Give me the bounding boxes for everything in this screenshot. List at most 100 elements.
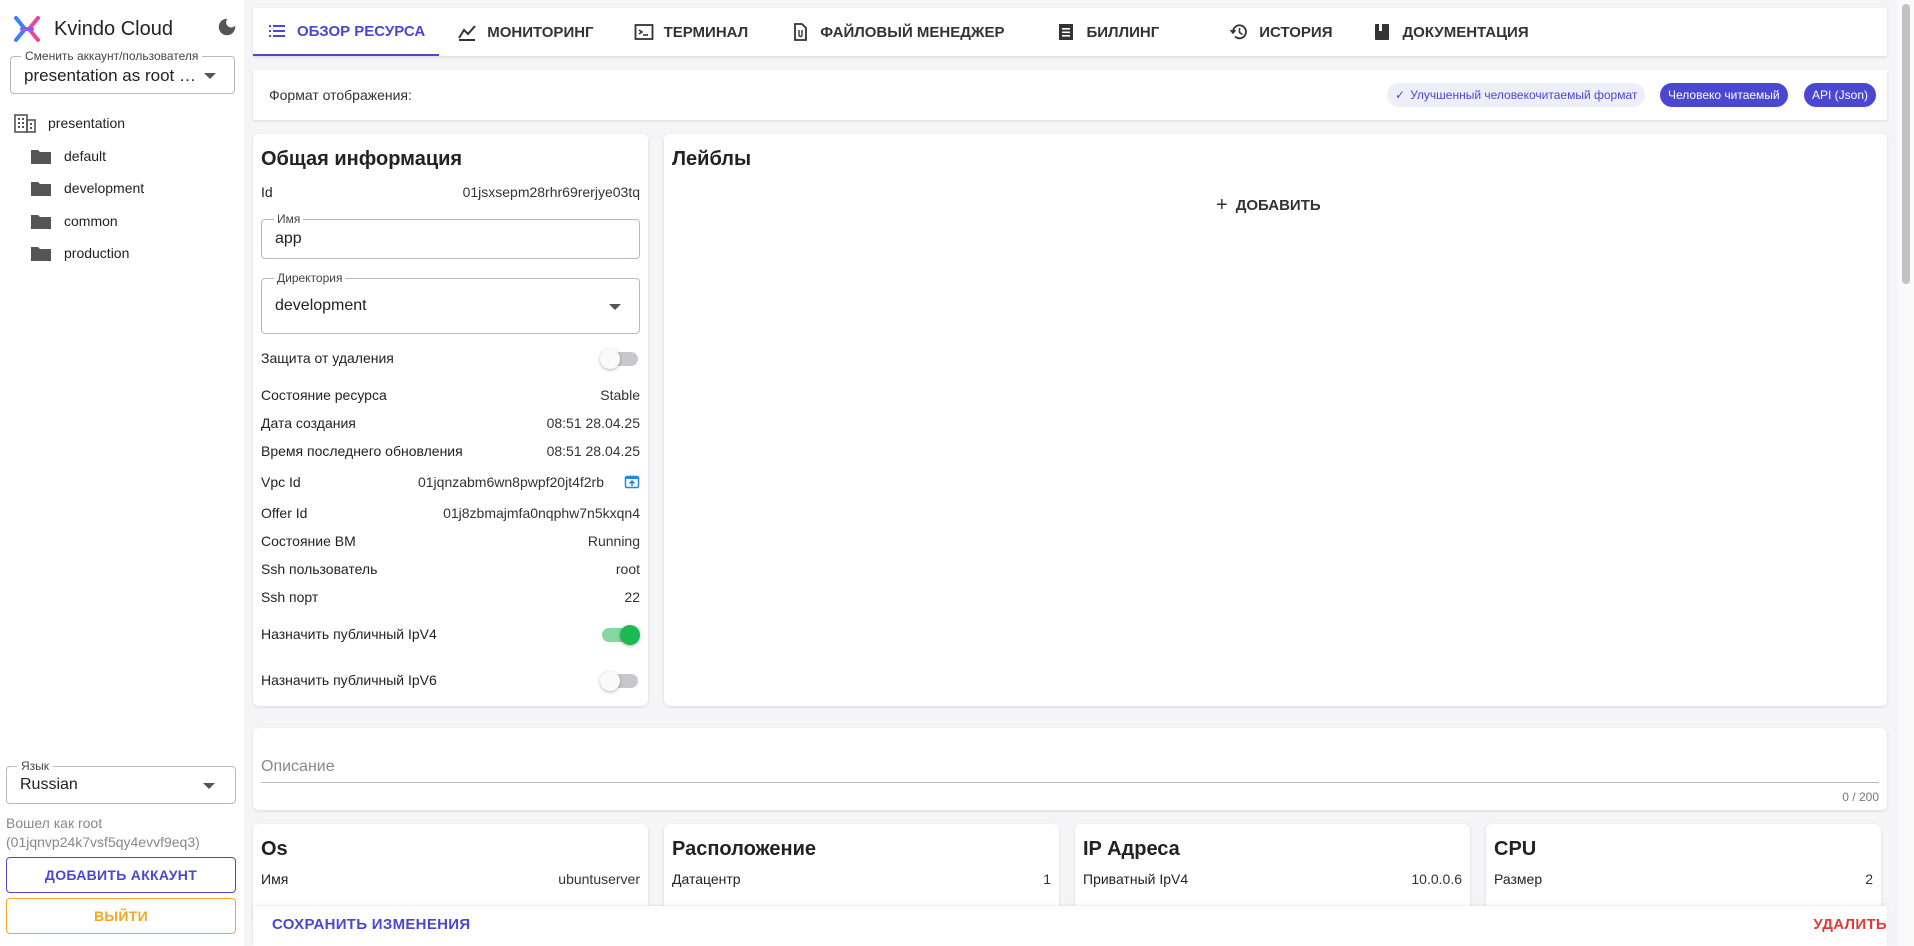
tree-item-folder[interactable]: default — [30, 146, 106, 166]
name-field-label: Имя — [274, 212, 304, 226]
directory-select-label: Директория — [274, 271, 346, 285]
toggle-knob — [620, 625, 640, 645]
building-icon — [14, 114, 36, 133]
tab-overview[interactable]: ОБЗОР РЕСУРСА — [253, 8, 440, 56]
open-link-icon[interactable] — [624, 474, 640, 490]
row-label: Время последнего обновления — [261, 443, 463, 459]
name-field-value: app — [275, 230, 302, 247]
card-title: IP Адреса — [1083, 838, 1180, 860]
tab-history[interactable]: ИСТОРИЯ — [1215, 8, 1346, 56]
format-chip-human[interactable]: Человеко читаемый — [1660, 83, 1788, 107]
card-title: CPU — [1494, 838, 1537, 860]
add-label-button[interactable]: + ДОБАВИТЬ — [1216, 194, 1321, 217]
row-value: 01jqnzabm6wn8pwpf20jt4f2rb — [417, 474, 604, 490]
tab-file-manager[interactable]: ФАЙЛОВЫЙ МЕНЕДЖЕР — [776, 8, 1018, 56]
add-label-text: ДОБАВИТЬ — [1235, 197, 1321, 214]
directory-select-value: development — [275, 297, 367, 314]
tab-monitoring[interactable]: МОНИТОРИНГ — [443, 8, 607, 56]
tab-label: ДОКУМЕНТАЦИЯ — [1402, 23, 1529, 41]
folder-icon — [31, 215, 51, 229]
tree-item-label: development — [64, 180, 145, 196]
row-label: Состояние ресурса — [261, 387, 387, 403]
format-chip-improved[interactable]: ✓ Улучшенный человекочитаемый формат — [1387, 83, 1646, 107]
history-icon — [1230, 24, 1248, 40]
row-value: 08:51 28.04.25 — [546, 415, 640, 431]
folder-icon — [31, 182, 51, 196]
tab-billing[interactable]: БИЛЛИНГ — [1042, 8, 1173, 56]
tree-item-folder[interactable]: production — [30, 243, 129, 263]
page-scrollbar[interactable] — [1898, 0, 1914, 946]
tree-item-presentation[interactable]: presentation — [14, 113, 125, 133]
logged-in-as: Вошел как root (01jqnvp24k7vsf5qy4evvf9e… — [6, 815, 200, 850]
row-value: Stable — [600, 387, 640, 403]
book-icon — [1375, 24, 1390, 40]
row-value: 1 — [1043, 871, 1051, 887]
row-label: Имя — [261, 871, 289, 887]
language-select-value: Russian — [20, 776, 78, 793]
row-label: Назначить публичный IpV6 — [261, 672, 437, 688]
folder-icon — [31, 247, 51, 261]
row-value: ubuntuserver — [558, 871, 640, 887]
description-field[interactable]: Описание 0 / 200 — [253, 728, 1887, 810]
row-label: Id — [261, 184, 273, 200]
info-row: Состояние ВМ Running — [261, 533, 640, 549]
plus-icon: + — [1216, 194, 1228, 216]
info-row: Приватный IpV4 10.0.0.6 — [1083, 871, 1462, 887]
delete-button[interactable]: УДАЛИТЬ — [1813, 916, 1887, 933]
description-underline — [261, 782, 1879, 783]
row-label: Назначить публичный IpV4 — [261, 626, 437, 642]
public-ipv4-row: Назначить публичный IpV4 — [261, 626, 640, 642]
chip-label: API (Json) — [1812, 88, 1869, 102]
directory-select[interactable]: Директория development — [261, 271, 640, 334]
tree-item-label: presentation — [48, 115, 126, 131]
language-select[interactable]: Язык Russian — [6, 759, 236, 804]
tab-label: МОНИТОРИНГ — [487, 23, 594, 41]
labels-card: Лейблы + ДОБАВИТЬ — [664, 134, 1887, 706]
delete-protection-toggle[interactable] — [600, 349, 638, 369]
row-value: 01j8zbmajmfa0nqphw7n5kxqn4 — [443, 505, 640, 521]
brand[interactable]: Kvindo Cloud — [12, 14, 173, 44]
description-placeholder: Описание — [261, 758, 335, 775]
info-row: Состояние ресурса Stable — [261, 387, 640, 403]
format-bar: Формат отображения: ✓ Улучшенный человек… — [253, 70, 1887, 120]
row-label: Ssh порт — [261, 589, 319, 605]
info-row: Ssh порт 22 — [261, 589, 640, 605]
add-account-button[interactable]: ДОБАВИТЬ АККАУНТ — [6, 857, 236, 893]
scrollbar-thumb[interactable] — [1902, 4, 1910, 284]
info-row: Ssh пользователь root — [261, 561, 640, 577]
public-ipv4-toggle[interactable] — [602, 625, 640, 645]
brand-title: Kvindo Cloud — [54, 17, 173, 40]
tree-item-label: default — [64, 148, 107, 164]
chevron-down-icon — [203, 783, 215, 789]
logout-button[interactable]: ВЫЙТИ — [6, 898, 236, 934]
kvindo-logo-icon — [14, 16, 40, 42]
format-chip-api[interactable]: API (Json) — [1804, 83, 1877, 107]
row-label: Состояние ВМ — [261, 533, 356, 549]
info-row: Дата создания 08:51 28.04.25 — [261, 415, 640, 431]
public-ipv6-row: Назначить публичный IpV6 — [261, 672, 640, 688]
info-row: Датацентр 1 — [672, 871, 1051, 887]
row-value: Running — [587, 533, 640, 549]
receipt-icon — [1059, 24, 1074, 40]
tree-item-folder[interactable]: common — [30, 211, 118, 231]
chip-label: Человеко читаемый — [1668, 88, 1780, 102]
terminal-icon — [634, 24, 653, 40]
tab-bar: ОБЗОР РЕСУРСА МОНИТОРИНГ ТЕРМИНАЛ ФАЙЛОВ… — [253, 8, 1887, 56]
row-label: Защита от удаления — [261, 350, 394, 366]
row-label: Размер — [1494, 871, 1543, 887]
name-field[interactable]: Имя app — [261, 212, 640, 259]
dark-mode-icon[interactable] — [216, 16, 238, 38]
tree-item-folder[interactable]: development — [30, 178, 144, 198]
tab-terminal[interactable]: ТЕРМИНАЛ — [620, 8, 763, 56]
tab-documentation[interactable]: ДОКУМЕНТАЦИЯ — [1358, 8, 1542, 56]
row-label: Дата создания — [261, 415, 356, 431]
format-label: Формат отображения: — [269, 87, 412, 103]
sidebar: Kvindo Cloud Сменить аккаунт/пользовател… — [0, 0, 244, 946]
info-row: Размер 2 — [1494, 871, 1873, 887]
save-changes-button[interactable]: СОХРАНИТЬ ИЗМЕНЕНИЯ — [272, 916, 470, 933]
account-select[interactable]: Сменить аккаунт/пользователя presentatio… — [10, 49, 235, 94]
row-label: Приватный IpV4 — [1083, 871, 1189, 887]
list-icon — [269, 25, 285, 37]
public-ipv6-toggle[interactable] — [600, 671, 638, 691]
info-row: Время последнего обновления 08:51 28.04.… — [261, 443, 640, 459]
